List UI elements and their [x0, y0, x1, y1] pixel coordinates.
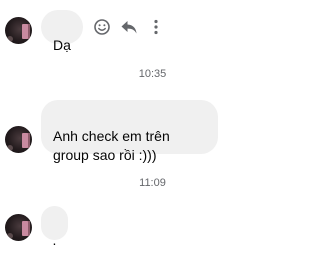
timestamp: 10:35 [138, 68, 167, 80]
timestamp: 11:09 [139, 177, 166, 189]
avatar-photo-detail [7, 36, 13, 42]
message-text: Dạ [53, 37, 71, 53]
reply-icon[interactable] [119, 17, 139, 37]
message-text: . [52, 232, 57, 248]
avatar-photo-detail [7, 145, 13, 151]
sender-avatar[interactable] [5, 214, 32, 241]
message-bubble[interactable]: Dạ [41, 10, 83, 53]
message-text: Anh check em trên group sao rồi :))) [53, 128, 170, 163]
avatar-photo-detail [7, 233, 13, 239]
smiley-icon[interactable] [92, 17, 112, 37]
sender-avatar[interactable] [5, 126, 32, 153]
message-bubble[interactable]: Anh check em trên group sao rồi :))) [41, 100, 218, 163]
more-vertical-icon[interactable] [146, 17, 166, 37]
avatar-photo-detail [22, 133, 30, 148]
avatar-photo-detail [22, 24, 30, 39]
avatar-photo-detail [22, 221, 30, 236]
sender-avatar[interactable] [5, 17, 32, 44]
message-bubble[interactable]: . [41, 206, 68, 248]
